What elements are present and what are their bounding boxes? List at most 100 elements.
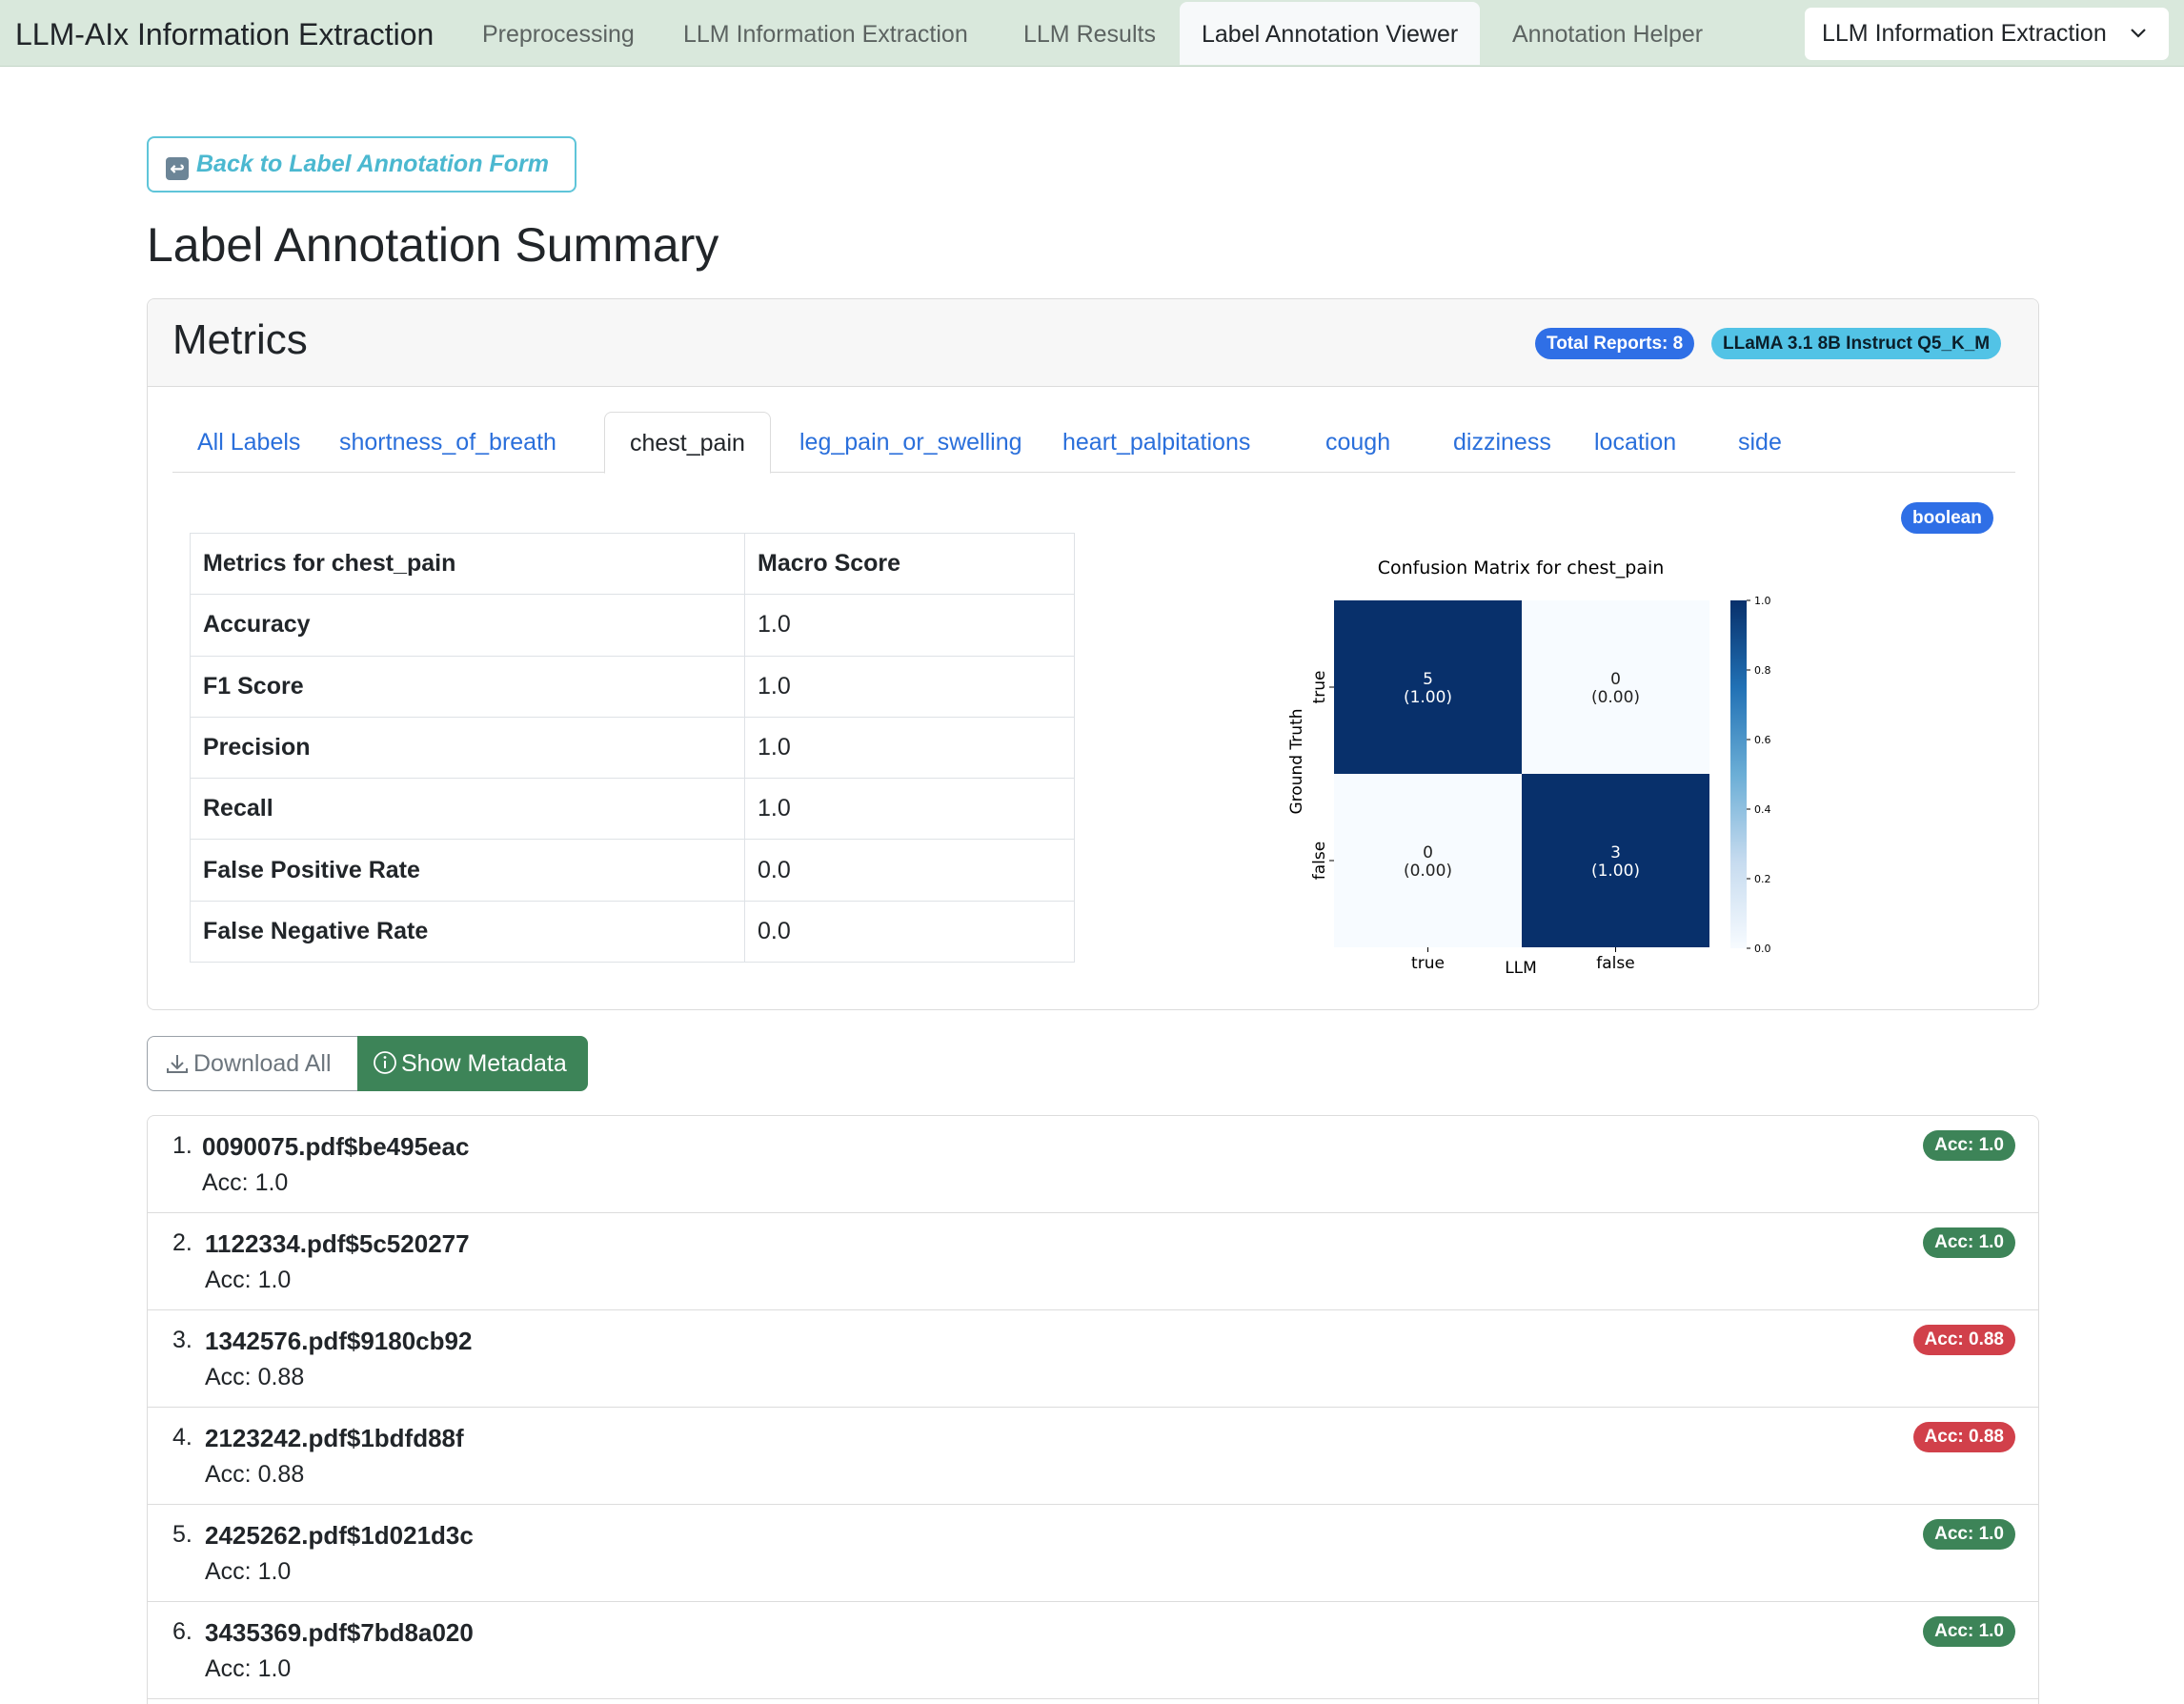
nav-item-llm-results[interactable]: LLM Results [1023,0,1156,67]
mode-select-value: LLM Information Extraction [1822,20,2107,47]
tab-all-labels[interactable]: All Labels [172,412,325,473]
cell-count-label: 5 [1423,670,1433,689]
y-tick-label: true [1310,671,1329,704]
total-reports-badge: Total Reports: 8 [1535,328,1695,359]
colorbar-tick-label: 0.6 [1754,734,1771,746]
tab-chest-pain[interactable]: chest_pain [604,412,771,474]
model-badge: LLaMA 3.1 8B Instruct Q5_K_M [1711,328,2002,359]
report-filename[interactable]: 2123242.pdf$1bdfd88f [205,1424,464,1453]
accuracy-badge: Acc: 0.88 [1912,1325,2015,1355]
cell-ratio-label: (1.00) [1591,862,1640,881]
tab-heart-palpitations[interactable]: heart_palpitations [1038,412,1275,473]
top-navbar: LLM-AIx Information Extraction Preproces… [0,0,2184,67]
report-filename[interactable]: 2425262.pdf$1d021d3c [205,1521,474,1551]
report-accuracy-text: Acc: 1.0 [205,1267,292,1293]
nav-item-preprocessing[interactable]: Preprocessing [482,0,635,67]
report-filename[interactable]: 1122334.pdf$5c520277 [205,1229,470,1259]
metric-name: Accuracy [190,594,745,657]
table-row: Accuracy 1.0 [190,594,1075,657]
accuracy-badge: Acc: 1.0 [1923,1616,2015,1647]
x-tick-label: false [1596,954,1634,973]
accuracy-badge: Acc: 1.0 [1923,1227,2015,1258]
cell-count-label: 0 [1610,670,1621,689]
back-to-form-button[interactable]: ↩ Back to Label Annotation Form [147,136,576,193]
table-header-metric: Metrics for chest_pain [190,532,745,596]
download-all-label: Download All [193,1050,332,1077]
nav-item-label-annotation-viewer[interactable]: Label Annotation Viewer [1180,2,1481,65]
metric-value: 1.0 [744,778,1075,841]
metric-name: Recall [190,778,745,841]
confusion-matrix-chart: Confusion Matrix for chest_pain 5 (1.00) 0… [1287,558,1771,978]
metric-name: False Negative Rate [190,900,745,964]
label-type-badge: boolean [1901,502,1993,534]
chart-title: Confusion Matrix for chest_pain [1378,558,1665,578]
cell-ratio-label: (0.00) [1591,688,1640,707]
table-header-row: Metrics for chest_pain Macro Score [190,532,1075,596]
metric-value: 1.0 [744,655,1075,718]
download-icon [167,1055,188,1073]
colorbar-tick-label: 0.4 [1754,803,1771,816]
tab-side[interactable]: side [1713,412,1807,473]
report-filename[interactable]: 1342576.pdf$9180cb92 [205,1327,472,1356]
tab-leg-pain-or-swelling[interactable]: leg_pain_or_swelling [775,412,1047,473]
page-title: Label Annotation Summary [147,218,719,272]
list-item[interactable]: 1. 0090075.pdf$be495eac Acc: 1.0 Acc: 1.… [148,1116,2038,1213]
report-accuracy-text: Acc: 0.88 [205,1461,305,1488]
list-item-index: 5. [172,1521,192,1548]
report-filename[interactable]: 0090075.pdf$be495eac [202,1132,469,1162]
download-all-button[interactable]: Download All [147,1036,357,1091]
accuracy-badge: Acc: 1.0 [1923,1130,2015,1161]
metric-name: False Positive Rate [190,839,745,902]
y-axis-label: Ground Truth [1287,708,1306,814]
nav-item-llm-information-extraction[interactable]: LLM Information Extraction [683,0,968,67]
report-accuracy-text: Acc: 0.88 [205,1364,305,1390]
y-tick-label: false [1310,842,1329,880]
list-item[interactable]: 6. 3435369.pdf$7bd8a020 Acc: 1.0 Acc: 1.… [148,1602,2038,1699]
metric-value: 0.0 [744,839,1075,902]
colorbar-tick-label: 0.2 [1754,873,1771,885]
tab-dizziness[interactable]: dizziness [1428,412,1576,473]
cell-count-label: 3 [1610,843,1621,862]
metric-value: 0.0 [744,900,1075,964]
table-row: False Negative Rate 0.0 [190,900,1075,964]
x-axis-label: LLM [1505,959,1537,978]
list-item-index: 6. [172,1618,192,1645]
colorbar-tick-label: 0.0 [1754,943,1771,955]
metric-name: Precision [190,716,745,780]
list-item[interactable]: 2. 1122334.pdf$5c520277 Acc: 1.0 Acc: 1.… [148,1213,2038,1310]
colorbar [1730,600,1747,948]
table-row: Recall 1.0 [190,778,1075,841]
tab-location[interactable]: location [1569,412,1701,473]
metric-name: F1 Score [190,655,745,718]
list-item[interactable]: 5. 2425262.pdf$1d021d3c Acc: 1.0 Acc: 1.… [148,1505,2038,1602]
table-row: Precision 1.0 [190,716,1075,780]
show-metadata-button[interactable]: Show Metadata [357,1036,588,1091]
list-item-index: 4. [172,1424,192,1450]
chevron-down-icon [2131,29,2146,38]
metrics-card-header: Metrics Total Reports: 8 LLaMA 3.1 8B In… [148,299,2038,387]
cell-ratio-label: (0.00) [1404,862,1452,881]
app-brand[interactable]: LLM-AIx Information Extraction [15,0,434,67]
mode-select-dropdown[interactable]: LLM Information Extraction [1805,8,2169,60]
report-filename[interactable]: 3435369.pdf$7bd8a020 [205,1618,474,1648]
table-row: False Positive Rate 0.0 [190,839,1075,902]
table-row: F1 Score 1.0 [190,655,1075,718]
list-item-index: 1. [172,1132,192,1159]
metrics-table: Metrics for chest_pain Macro Score Accur… [190,532,1075,964]
info-icon [374,1051,396,1074]
nav-item-annotation-helper[interactable]: Annotation Helper [1512,0,1703,67]
x-tick-label: true [1411,954,1445,973]
show-metadata-label: Show Metadata [401,1050,567,1077]
tab-shortness-of-breath[interactable]: shortness_of_breath [314,412,581,473]
back-button-label: Back to Label Annotation Form [196,151,549,177]
label-tabs: All Labels shortness_of_breath chest_pai… [172,412,2015,474]
accuracy-badge: Acc: 1.0 [1923,1519,2015,1550]
cell-count-label: 0 [1423,843,1433,862]
tab-cough[interactable]: cough [1301,412,1415,473]
list-item[interactable]: 4. 2123242.pdf$1bdfd88f Acc: 0.88 Acc: 0… [148,1408,2038,1505]
list-item-index: 2. [172,1229,192,1256]
colorbar-tick-label: 0.8 [1754,664,1771,677]
metrics-card: Metrics Total Reports: 8 LLaMA 3.1 8B In… [147,298,2039,1010]
colorbar-tick-label: 1.0 [1754,595,1771,607]
list-item[interactable]: 3. 1342576.pdf$9180cb92 Acc: 0.88 Acc: 0… [148,1310,2038,1408]
